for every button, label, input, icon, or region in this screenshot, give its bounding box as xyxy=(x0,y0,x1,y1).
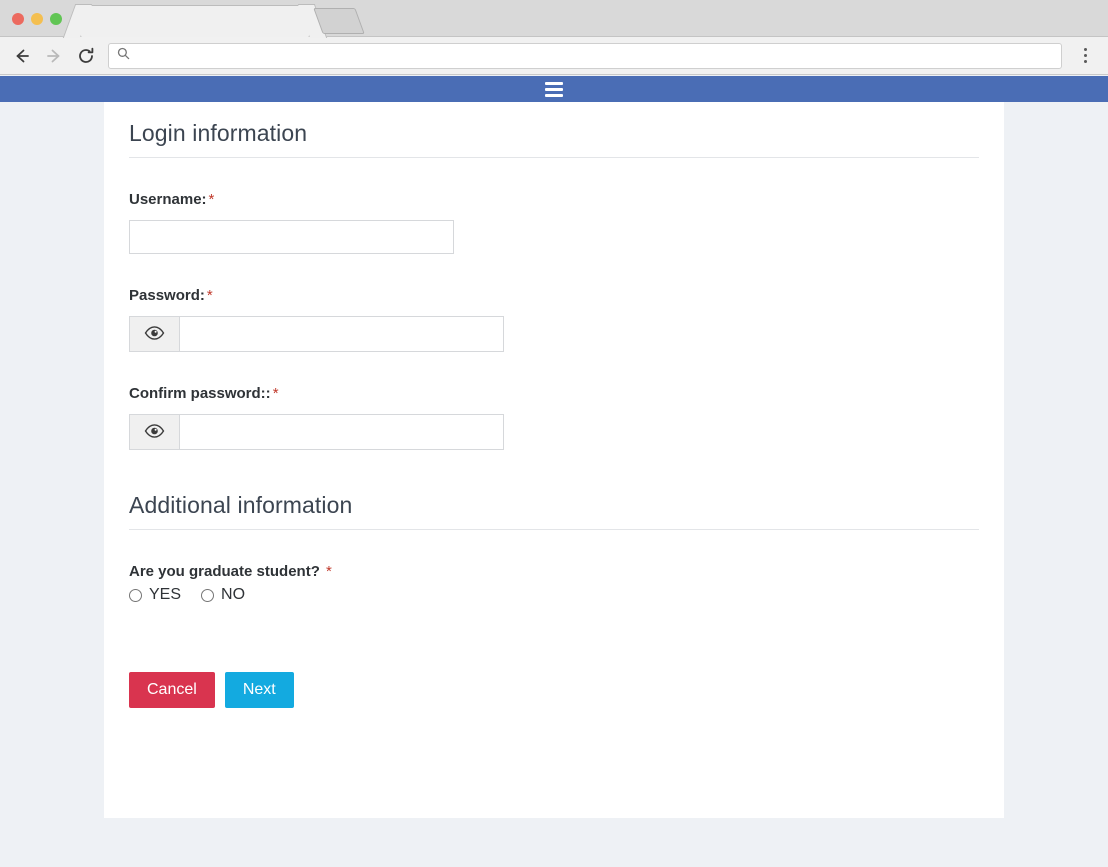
section-title-additional: Additional information xyxy=(129,474,979,530)
hamburger-icon[interactable] xyxy=(545,82,563,97)
section-spacer xyxy=(129,450,979,474)
close-window-button[interactable] xyxy=(12,13,24,25)
kebab-menu-icon xyxy=(1084,54,1087,57)
password-label-text: Password: xyxy=(129,287,205,304)
minimize-window-button[interactable] xyxy=(31,13,43,25)
graduate-student-label: Are you graduate student? * xyxy=(129,563,979,580)
field-password: Password:* xyxy=(129,254,979,352)
cancel-button[interactable]: Cancel xyxy=(129,672,215,708)
back-button[interactable] xyxy=(8,42,36,70)
browser-toolbar xyxy=(0,37,1108,75)
site-navbar xyxy=(0,76,1108,102)
browser-tab[interactable] xyxy=(80,5,310,37)
radio-option-yes[interactable]: YES xyxy=(129,586,181,604)
confirm-password-input-group xyxy=(129,414,504,450)
graduate-student-label-text: Are you graduate student? xyxy=(129,563,320,580)
address-input[interactable] xyxy=(136,45,1053,67)
username-label-text: Username: xyxy=(129,191,207,208)
password-visibility-toggle[interactable] xyxy=(129,316,179,352)
new-tab-button[interactable] xyxy=(313,8,364,34)
search-icon xyxy=(117,47,130,65)
address-bar[interactable] xyxy=(108,43,1062,69)
required-asterisk: * xyxy=(209,191,215,208)
browser-titlebar xyxy=(0,0,1108,37)
username-label: Username:* xyxy=(129,191,979,208)
form-actions: Cancel Next xyxy=(129,604,979,736)
browser-window: Login information Username:* Password:* xyxy=(0,0,1108,867)
confirm-password-label: Confirm password::* xyxy=(129,385,979,402)
confirm-password-label-text: Confirm password:: xyxy=(129,385,271,402)
back-arrow-icon xyxy=(12,46,32,66)
radio-option-no[interactable]: NO xyxy=(201,586,245,604)
radio-input-yes[interactable] xyxy=(129,589,142,602)
kebab-menu-icon xyxy=(1084,60,1087,63)
field-username: Username:* xyxy=(129,158,979,254)
username-input[interactable] xyxy=(129,220,454,254)
forward-arrow-icon xyxy=(44,46,64,66)
page-viewport: Login information Username:* Password:* xyxy=(0,76,1108,867)
password-label: Password:* xyxy=(129,287,979,304)
eye-icon xyxy=(144,326,165,343)
registration-form-card: Login information Username:* Password:* xyxy=(104,102,1004,818)
password-input-group xyxy=(129,316,504,352)
radio-input-no[interactable] xyxy=(201,589,214,602)
radio-label-yes: YES xyxy=(149,586,181,604)
radio-label-no: NO xyxy=(221,586,245,604)
browser-menu-button[interactable] xyxy=(1072,42,1098,70)
next-button[interactable]: Next xyxy=(225,672,294,708)
forward-button[interactable] xyxy=(40,42,68,70)
section-title-login: Login information xyxy=(129,102,979,158)
eye-icon xyxy=(144,424,165,441)
confirm-password-input[interactable] xyxy=(179,414,504,450)
field-graduate-student: Are you graduate student? * YES NO xyxy=(129,530,979,604)
field-confirm-password: Confirm password::* xyxy=(129,352,979,450)
required-asterisk: * xyxy=(273,385,279,402)
confirm-password-visibility-toggle[interactable] xyxy=(129,414,179,450)
graduate-student-radio-group: YES NO xyxy=(129,586,979,604)
required-asterisk: * xyxy=(326,563,332,580)
maximize-window-button[interactable] xyxy=(50,13,62,25)
required-asterisk: * xyxy=(207,287,213,304)
reload-icon xyxy=(76,46,96,66)
window-controls xyxy=(12,13,62,25)
kebab-menu-icon xyxy=(1084,48,1087,51)
reload-button[interactable] xyxy=(72,42,100,70)
password-input[interactable] xyxy=(179,316,504,352)
